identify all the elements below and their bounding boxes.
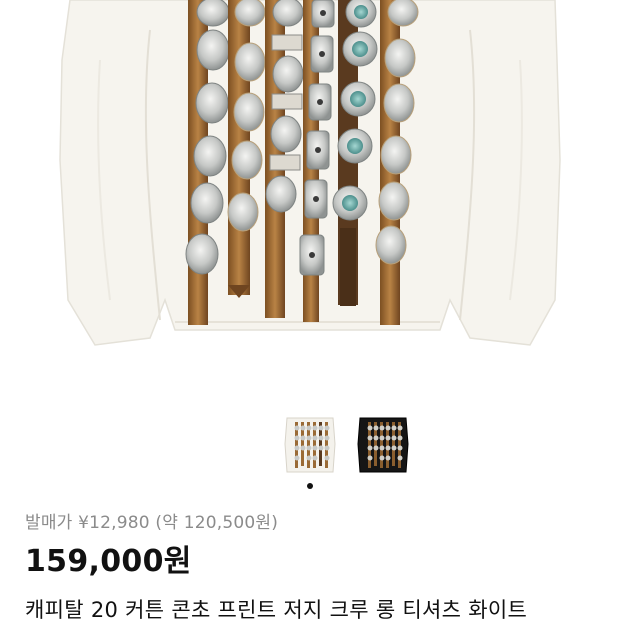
thumbnail-strip (0, 414, 620, 476)
gallery-pagination (0, 483, 620, 491)
retail-price: 발매가 ¥12,980 (약 120,500원) (25, 513, 279, 533)
thumbnail-black[interactable] (352, 414, 414, 476)
shirt-black-icon (357, 417, 409, 473)
product-page: 발매가 ¥12,980 (약 120,500원) 159,000원 캐피탈 20… (0, 0, 620, 620)
shirt-illustration (59, 0, 561, 346)
product-main-image[interactable] (0, 0, 620, 352)
shirt-white-icon (284, 417, 336, 473)
thumbnail-white[interactable] (279, 414, 341, 476)
pagination-dot-active[interactable] (307, 483, 313, 489)
sale-price: 159,000원 (25, 544, 192, 579)
product-title: 캐피탈 20 커튼 콘초 프린트 저지 크루 롱 티셔츠 화이트 (25, 598, 528, 620)
